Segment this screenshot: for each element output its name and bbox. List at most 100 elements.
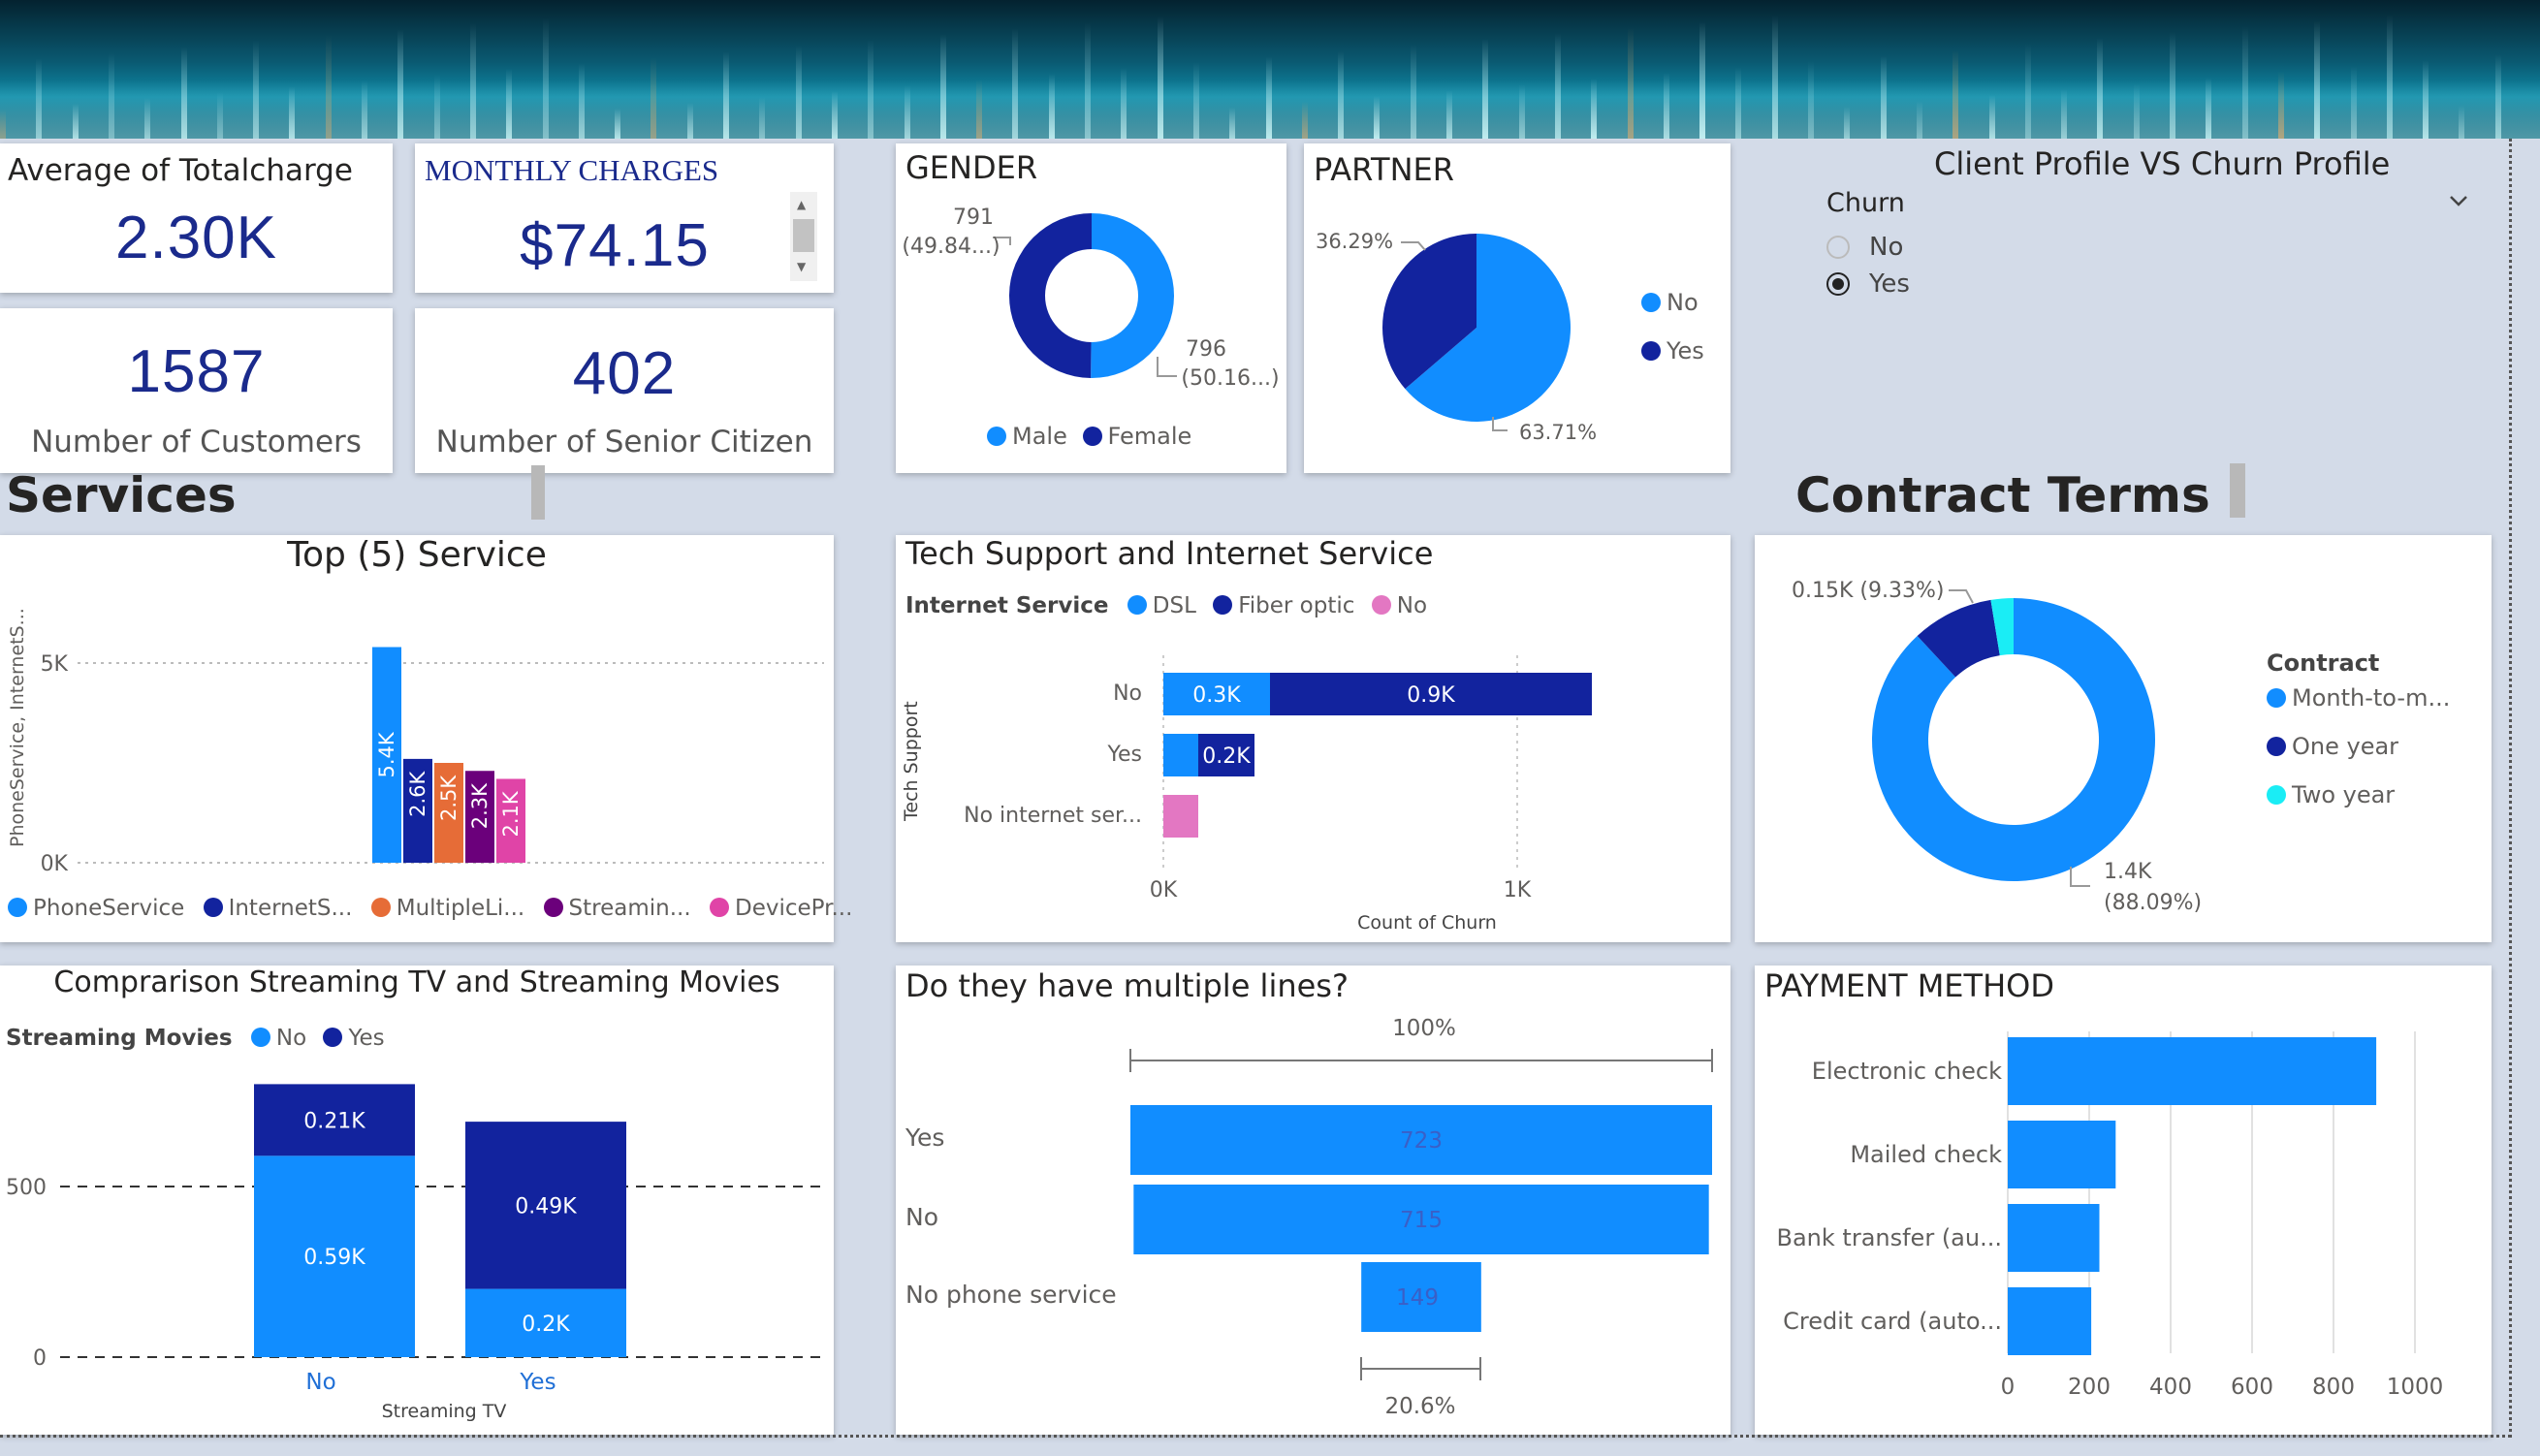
banner-light-streak	[795, 46, 802, 139]
bar-segment[interactable]	[1163, 795, 1198, 838]
x-tick-label: 0K	[1150, 878, 1178, 902]
kpi-title: MONTHLY CHARGES	[425, 153, 719, 187]
donut-slice[interactable]	[1872, 598, 2155, 881]
kpi-average-totalcharge[interactable]: Average of Totalcharge 2.30K	[0, 143, 393, 293]
legend-item[interactable]: Male	[1012, 423, 1067, 450]
banner-light-streak	[1446, 90, 1452, 139]
radio-button[interactable]	[1826, 236, 1850, 259]
page-border	[0, 1435, 2511, 1438]
x-tick-label: Yes	[519, 1370, 556, 1395]
multiple-lines-visual[interactable]: Do they have multiple lines? 100% 20.6% …	[896, 965, 1730, 1435]
slicer-field-label: Churn	[1826, 188, 1905, 218]
chevron-down-icon[interactable]	[2448, 190, 2469, 211]
legend: PhoneService InternetS... MultipleLi... …	[8, 896, 852, 921]
payment-method-bar-chart: 0 200 400 600 800 1000 Electronic check Mailed…	[1777, 1031, 2444, 1400]
banner-light-streak	[2494, 54, 2501, 139]
banner-light-streak	[0, 110, 6, 139]
legend-item[interactable]: PhoneService	[33, 896, 184, 921]
x-tick-label: 1000	[2387, 1375, 2444, 1400]
slicer-option-no[interactable]: No	[1826, 233, 1903, 262]
legend-marker	[1641, 341, 1661, 361]
data-label: 791	[953, 206, 994, 230]
legend-marker	[987, 427, 1006, 446]
legend: Male Female	[987, 423, 1191, 450]
banner-light-streak	[1301, 102, 1308, 139]
legend-item[interactable]: One year	[2292, 733, 2398, 760]
x-tick-label: 200	[2068, 1375, 2111, 1400]
legend-marker	[203, 898, 223, 917]
legend-marker	[1641, 293, 1661, 312]
bar-data-label: 5.4K	[375, 731, 398, 777]
payment-method-visual[interactable]: PAYMENT METHOD 0 200 400 600 800 1000 Electro…	[1755, 965, 2492, 1435]
section-divider	[2230, 463, 2245, 518]
bar-segment[interactable]	[1163, 734, 1198, 776]
legend-item[interactable]: Streamin...	[569, 896, 691, 921]
tech-support-bar-chart: 0K 1K Count of Churn Tech Support No 0.3K…	[901, 655, 1592, 934]
kpi-value: 402	[572, 340, 677, 407]
bar-data-label: 0.59K	[303, 1246, 365, 1270]
bar-data-label: 0.21K	[303, 1109, 365, 1133]
x-tick-label: 800	[2312, 1375, 2355, 1400]
kpi-number-of-customers[interactable]: 1587 Number of Customers	[0, 308, 393, 473]
y-category-label: Bank transfer (au...	[1777, 1224, 2003, 1251]
scrollbar-thumb[interactable]	[793, 219, 814, 252]
legend-item[interactable]: Month-to-m...	[2292, 684, 2450, 712]
legend-marker	[1082, 427, 1102, 446]
kpi-number-of-senior-citizen[interactable]: 402 Number of Senior Citizen	[415, 308, 834, 473]
y-category-label: Yes	[1106, 743, 1142, 767]
banner-light-streak	[1121, 68, 1127, 139]
funnel-bottom-percent: 20.6%	[1384, 1394, 1455, 1419]
data-label: (50.16...)	[1181, 366, 1279, 391]
gender-visual[interactable]: GENDER 791 (49.84...) 796 (50.16...) Mal…	[896, 143, 1286, 473]
legend-item[interactable]: MultipleLi...	[397, 896, 525, 921]
banner-light-streak	[831, 91, 838, 139]
multiple-lines-funnel-chart: 100% 20.6% 723 Yes 715 No 149 No phone servic…	[905, 1016, 1713, 1419]
partner-visual[interactable]: PARTNER 36.29% 63.71% No Yes	[1304, 143, 1730, 473]
legend-item[interactable]: Two year	[2292, 781, 2395, 808]
banner-light-streak	[1229, 108, 1236, 139]
banner-light-streak	[2170, 32, 2175, 139]
banner-light-streak	[2061, 89, 2068, 139]
bar-data-label: 0.2K	[1202, 744, 1251, 769]
banner-light-streak	[108, 52, 114, 139]
y-category-label: No	[905, 1203, 938, 1231]
banner-light-streak	[2423, 60, 2429, 139]
bar-data-label: 2.6K	[406, 770, 429, 816]
legend-item[interactable]: DevicePr...	[735, 896, 852, 921]
banner-light-streak	[216, 92, 223, 139]
legend: No Yes	[1641, 289, 1704, 364]
leader-line	[1401, 241, 1426, 251]
contract-visual[interactable]: 0.15K (9.33%) 1.4K (88.09%) Contract Mon…	[1755, 535, 2492, 942]
legend-item[interactable]: Female	[1108, 423, 1192, 450]
banner-light-streak	[1591, 79, 1598, 139]
section-title-contract: Contract Terms	[1795, 467, 2210, 523]
donut-slice-male	[1091, 213, 1174, 378]
bar[interactable]	[2008, 1287, 2092, 1355]
bar[interactable]	[2008, 1204, 2100, 1272]
radio-button-selected[interactable]	[1826, 272, 1850, 296]
scroll-down-icon[interactable]: ▼	[797, 260, 806, 273]
y-tick-label: 500	[6, 1176, 47, 1200]
scroll-up-icon[interactable]: ▲	[797, 198, 806, 211]
banner-light-streak	[542, 17, 549, 139]
legend-item[interactable]: InternetS...	[229, 896, 353, 921]
y-category-label: No phone service	[905, 1281, 1117, 1309]
scrollbar[interactable]: ▲ ▼	[790, 192, 817, 281]
tech-support-visual[interactable]: Tech Support and Internet Service Intern…	[896, 535, 1730, 942]
legend-item[interactable]: Yes	[1667, 337, 1704, 364]
bar[interactable]	[2008, 1121, 2116, 1188]
kpi-monthly-charges[interactable]: MONTHLY CHARGES $74.15 ▲ ▼	[415, 143, 834, 293]
x-tick-label: 1K	[1504, 878, 1532, 902]
banner-light-streak	[2459, 106, 2465, 139]
banner-light-streak	[976, 79, 983, 139]
streaming-visual[interactable]: Comprarison Streaming TV and Streaming M…	[0, 965, 834, 1435]
banner-light-streak	[1048, 74, 1055, 139]
churn-slicer[interactable]: Client Profile VS Churn Profile Churn No…	[1755, 143, 2492, 337]
banner-light-streak	[615, 109, 621, 139]
kpi-label: Number of Customers	[31, 425, 362, 459]
top5-service-visual[interactable]: Top (5) Service 5K 0K PhoneService, Inte…	[0, 535, 852, 942]
banner-light-streak	[1699, 21, 1706, 139]
legend-item[interactable]: No	[1667, 289, 1699, 316]
bar[interactable]	[2008, 1037, 2377, 1105]
slicer-option-yes[interactable]: Yes	[1826, 269, 1910, 299]
